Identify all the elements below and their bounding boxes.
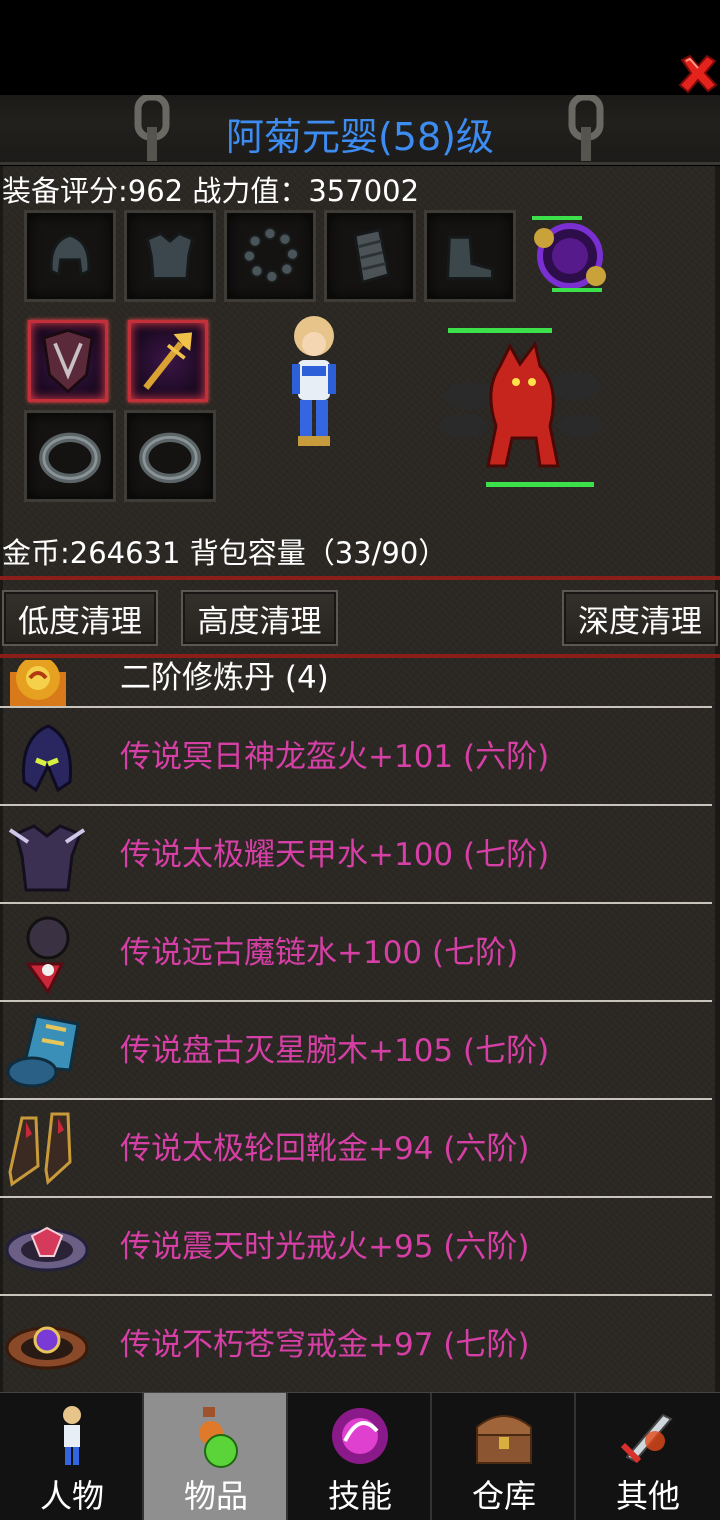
armor-icon bbox=[2, 814, 92, 896]
tab-character[interactable]: 人物 bbox=[0, 1393, 144, 1520]
list-item[interactable]: 传说冥日神龙盔火+101 (六阶) bbox=[0, 708, 712, 806]
gold-and-bag-capacity: 金币:264631 背包容量（33/90） bbox=[2, 536, 448, 570]
deep-clean-button[interactable]: 深度清理 bbox=[562, 590, 718, 646]
list-item[interactable]: 传说远古魔链水+100 (七阶) bbox=[0, 904, 712, 1002]
item-name: 传说太极耀天甲水+100 (七阶) bbox=[120, 837, 550, 873]
equipment-stats: 装备评分:962 战力值：357002 bbox=[2, 174, 420, 208]
tab-label: 人物 bbox=[39, 1477, 104, 1515]
equip-slot-shield[interactable] bbox=[28, 320, 108, 402]
list-item[interactable]: 传说太极轮回靴金+94 (六阶) bbox=[0, 1100, 712, 1198]
item-name: 传说不朽苍穹戒金+97 (七阶) bbox=[120, 1327, 530, 1363]
tab-warehouse[interactable]: 仓库 bbox=[432, 1393, 576, 1520]
equip-slot-helmet[interactable] bbox=[24, 210, 116, 302]
divider bbox=[0, 654, 720, 658]
high-clean-button[interactable]: 高度清理 bbox=[181, 590, 338, 646]
list-item[interactable]: 传说震天时光戒火+95 (六阶) bbox=[0, 1198, 712, 1296]
equip-slot-armor[interactable] bbox=[124, 210, 216, 302]
top-bar bbox=[0, 0, 720, 95]
item-name: 传说盘古灭星腕木+105 (七阶) bbox=[120, 1033, 550, 1069]
chest-icon bbox=[469, 1401, 539, 1471]
list-item[interactable]: 传说太极耀天甲水+100 (七阶) bbox=[0, 806, 712, 904]
character-title: 阿菊元婴(58)级 bbox=[225, 115, 494, 159]
list-item[interactable]: 传说不朽苍穹戒金+97 (七阶) bbox=[0, 1296, 712, 1388]
item-name: 二阶修炼丹 (4) bbox=[120, 660, 329, 696]
equip-slot-ring-right[interactable] bbox=[124, 410, 216, 502]
pet-demon-icon[interactable] bbox=[440, 326, 605, 496]
tab-other[interactable]: 其他 bbox=[576, 1393, 720, 1520]
item-name: 传说远古魔链水+100 (七阶) bbox=[120, 935, 519, 971]
tab-skills[interactable]: 技能 bbox=[288, 1393, 432, 1520]
ring-icon bbox=[2, 1206, 92, 1288]
item-name: 传说冥日神龙盔火+101 (六阶) bbox=[120, 739, 550, 775]
tab-label: 技能 bbox=[327, 1477, 392, 1515]
potion-icon bbox=[181, 1401, 251, 1471]
equip-slot-boots[interactable] bbox=[424, 210, 516, 302]
tab-label: 仓库 bbox=[471, 1477, 536, 1515]
divider bbox=[0, 576, 720, 580]
skill-orb-icon bbox=[325, 1401, 395, 1471]
boots-icon bbox=[2, 1108, 92, 1190]
list-item[interactable]: 传说盘古灭星腕木+105 (七阶) bbox=[0, 1002, 712, 1100]
low-clean-button[interactable]: 低度清理 bbox=[2, 590, 158, 646]
mount-amulet-icon[interactable] bbox=[522, 210, 618, 302]
list-item[interactable]: 二阶修炼丹 (4) bbox=[0, 660, 712, 708]
close-icon[interactable] bbox=[676, 52, 720, 96]
equip-slot-bracer[interactable] bbox=[324, 210, 416, 302]
necklace-icon bbox=[2, 912, 92, 995]
item-name: 传说太极轮回靴金+94 (六阶) bbox=[120, 1131, 530, 1167]
pill-icon bbox=[2, 660, 92, 706]
tab-label: 物品 bbox=[183, 1477, 248, 1515]
sword-icon bbox=[613, 1401, 683, 1471]
item-name: 传说震天时光戒火+95 (六阶) bbox=[120, 1229, 530, 1265]
character-avatar[interactable] bbox=[284, 314, 344, 454]
item-list[interactable]: 二阶修炼丹 (4) 传说冥日神龙盔火+101 (六阶) 传说太极耀天甲水+100… bbox=[0, 660, 720, 1388]
tab-items[interactable]: 物品 bbox=[144, 1393, 288, 1520]
equip-slot-weapon[interactable] bbox=[128, 320, 208, 402]
helmet-icon bbox=[2, 716, 92, 798]
equip-slot-necklace[interactable] bbox=[224, 210, 316, 302]
equip-slot-ring-left[interactable] bbox=[24, 410, 116, 502]
character-icon bbox=[37, 1401, 107, 1471]
bracer-icon bbox=[2, 1010, 92, 1092]
tab-label: 其他 bbox=[615, 1477, 680, 1515]
ring-icon bbox=[2, 1304, 92, 1386]
